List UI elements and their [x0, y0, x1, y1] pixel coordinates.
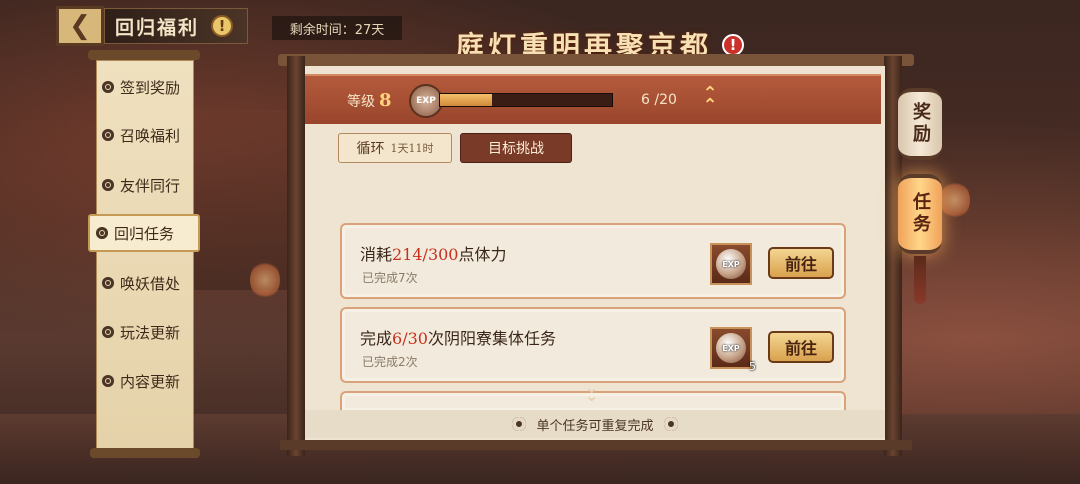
sidebar-item-label: 召唤福利	[120, 126, 181, 145]
tab-goal-challenge[interactable]: 目标挑战	[460, 133, 572, 163]
sidebar-item-label: 友伴同行	[120, 176, 181, 195]
level-bar: 等级 8 EXP 6 /20 ⌃ ⌃	[305, 74, 881, 124]
level-progress-fill	[440, 94, 492, 106]
lantern-tab-task[interactable]: 任务	[898, 174, 942, 254]
sidebar-scroll-rod-bottom	[90, 448, 200, 458]
footer-note: 单个任务可重复完成	[536, 418, 654, 434]
go-button[interactable]: 前往	[768, 247, 834, 279]
sidebar-item-borrow[interactable]: 唤妖借处	[96, 264, 194, 302]
sidebar-item-checkin[interactable]: 签到奖励	[96, 68, 194, 106]
task-card: 消耗214/300点体力 已完成7次 EXP 前往	[340, 223, 846, 299]
tomoe-icon	[102, 277, 114, 289]
sidebar-item-summon[interactable]: 召唤福利	[96, 116, 194, 154]
level-progress-text: 6 /20	[641, 92, 677, 108]
tomoe-icon	[102, 81, 114, 93]
board-frame-bottom	[280, 440, 912, 450]
tab-cycle[interactable]: 循环 1天11时	[338, 133, 452, 163]
sidebar-item-companion[interactable]: 友伴同行	[96, 166, 194, 204]
sidebar-item-gameplay-update[interactable]: 玩法更新	[96, 313, 194, 351]
tomoe-icon	[102, 179, 114, 191]
page-title-bar: 回归福利 !	[104, 8, 248, 44]
tomoe-icon	[102, 326, 114, 338]
task-completed-count: 已完成2次	[362, 355, 418, 369]
tomoe-icon	[96, 227, 108, 239]
task-progress: 214/300	[392, 245, 459, 264]
sidebar-item-label: 内容更新	[120, 372, 181, 391]
sidebar-item-label: 回归任务	[114, 224, 175, 243]
sidebar-item-label: 唤妖借处	[120, 274, 181, 293]
tab-cycle-label: 循环	[356, 141, 385, 157]
tab-cycle-time: 1天11时	[390, 142, 434, 155]
task-progress: 6/30	[392, 329, 428, 348]
tomoe-icon	[102, 375, 114, 387]
reward-item[interactable]: EXP 5	[710, 327, 756, 373]
exp-reward-icon: EXP	[716, 249, 746, 279]
task-title: 完成6/30次阴阳寮集体任务	[360, 329, 556, 348]
sidebar-scroll-rod	[88, 50, 200, 60]
exp-icon: EXP	[409, 84, 443, 118]
board-frame-top	[278, 54, 914, 66]
background-lamp	[940, 180, 970, 220]
lantern-tab-reward[interactable]: 奖励	[898, 88, 942, 160]
reward-quantity: 5	[749, 360, 756, 373]
reward-item[interactable]: EXP	[710, 243, 752, 285]
task-completed-count: 已完成7次	[362, 271, 418, 285]
background-lamp	[250, 260, 280, 300]
info-icon[interactable]: !	[211, 15, 233, 37]
level-progress-bar	[439, 93, 613, 107]
remaining-time: 剩余时间：27天	[272, 16, 402, 40]
sidebar-item-return-tasks[interactable]: 回归任务	[88, 214, 200, 252]
page-title: 回归福利	[115, 16, 200, 39]
scroll-down-icon: ⌄ ⌄	[585, 378, 599, 405]
footer-note-bar: 单个任务可重复完成	[305, 410, 885, 438]
board-frame-left	[287, 56, 305, 456]
sidebar-item-label: 玩法更新	[120, 323, 181, 342]
lantern-tassel	[914, 256, 926, 304]
tomoe-icon	[102, 129, 114, 141]
sidebar-item-content-update[interactable]: 内容更新	[96, 362, 194, 400]
sidebar-item-label: 签到奖励	[120, 78, 181, 97]
level-label: 等级 8	[347, 90, 392, 111]
chevron-left-icon: ❮	[69, 11, 91, 41]
level-value: 8	[379, 90, 392, 111]
task-card: 完成6/30次阴阳寮集体任务 已完成2次 EXP 5 前往	[340, 307, 846, 383]
double-chevron-up-icon[interactable]: ⌃ ⌃	[697, 85, 723, 115]
tomoe-icon	[512, 417, 527, 431]
tomoe-icon	[663, 417, 678, 431]
task-title: 消耗214/300点体力	[360, 245, 507, 264]
go-button[interactable]: 前往	[768, 331, 834, 363]
exp-reward-icon: EXP	[716, 333, 746, 363]
back-button[interactable]: ❮	[56, 6, 104, 46]
event-info-icon[interactable]: !	[722, 34, 744, 56]
